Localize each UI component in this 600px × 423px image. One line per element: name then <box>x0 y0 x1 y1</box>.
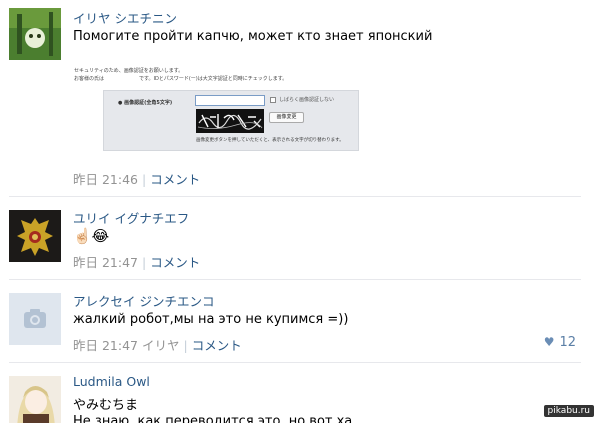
captcha-glyphs <box>197 114 263 130</box>
comment-author[interactable]: アレクセイ ジンチエンコ <box>73 291 214 310</box>
divider <box>9 196 581 197</box>
captcha-checkbox <box>270 97 276 103</box>
camera-icon <box>9 293 61 345</box>
comment-time[interactable]: 昨日 21:46 <box>73 172 138 187</box>
comment-author[interactable]: イリヤ シエチニン <box>73 8 177 27</box>
comment-reply-link[interactable]: コメント <box>150 255 200 270</box>
comment-time[interactable]: 昨日 21:47 <box>73 338 138 353</box>
avatar[interactable] <box>9 8 61 60</box>
comment-time[interactable]: 昨日 21:47 <box>73 255 138 270</box>
avatar[interactable] <box>9 293 61 345</box>
captcha-image <box>196 109 264 133</box>
avatar-image <box>9 8 61 60</box>
comment-author[interactable]: ユリイ イグナチエフ <box>73 208 189 227</box>
like-button[interactable]: ♥ 12 <box>544 335 576 350</box>
comment-reply-to[interactable]: イリヤ <box>142 338 180 353</box>
captcha-note-1: セキュリティのため、画像認証をお願いします。 <box>74 68 184 74</box>
coat-of-arms-icon <box>9 210 61 262</box>
comment-meta: 昨日 21:47 | コメント <box>73 252 200 271</box>
meta-separator: | <box>142 172 147 187</box>
captcha-panel: ● 画像認証(全角5文字) しばらく画像認証しない 画像変更 画像変更ボタンを押… <box>103 90 359 151</box>
captcha-checkbox-label: しばらく画像認証しない <box>279 97 335 103</box>
captcha-screenshot[interactable]: セキュリティのため、画像認証をお願いします。 お客様の氏は です。IDとパスワー… <box>73 59 360 151</box>
captcha-hint: 画像変更ボタンを押していただくと、表示される文字が切り替わります。 <box>196 138 344 143</box>
comment-reply-link[interactable]: コメント <box>150 172 200 187</box>
anime-avatar-image <box>9 376 61 423</box>
comment-text: ☝🏻😂 <box>73 227 110 245</box>
comment-author[interactable]: Ludmila Owl <box>73 374 150 389</box>
like-count: 12 <box>559 335 576 350</box>
captcha-input <box>195 95 265 106</box>
divider <box>9 362 581 363</box>
meta-separator: | <box>142 255 147 270</box>
comment-text-continued: Не знаю, как переводится это, но вот ха <box>73 414 353 423</box>
comment-reply-link[interactable]: コメント <box>192 338 242 353</box>
watermark: pikabu.ru <box>543 405 594 417</box>
divider <box>9 279 581 280</box>
comment-meta: 昨日 21:46 | コメント <box>73 169 200 188</box>
captcha-field-label: ● 画像認証(全角5文字) <box>118 100 173 106</box>
comment-text: やみむちま <box>73 398 139 413</box>
captcha-refresh-button: 画像変更 <box>269 112 304 123</box>
avatar[interactable] <box>9 210 61 262</box>
meta-separator: | <box>183 338 188 353</box>
captcha-note-2: お客様の氏は です。IDとパスワード(ー)は大文字認証と同時にチェックします。 <box>74 76 288 82</box>
heart-icon: ♥ <box>543 335 555 349</box>
comment-text: Помогите пройти капчю, может кто знает я… <box>73 29 433 44</box>
avatar[interactable] <box>9 376 61 423</box>
comment-text: жалкий робот,мы на это не купимся =)) <box>73 312 349 327</box>
comment-meta: 昨日 21:47 イリヤ | コメント <box>73 335 242 354</box>
